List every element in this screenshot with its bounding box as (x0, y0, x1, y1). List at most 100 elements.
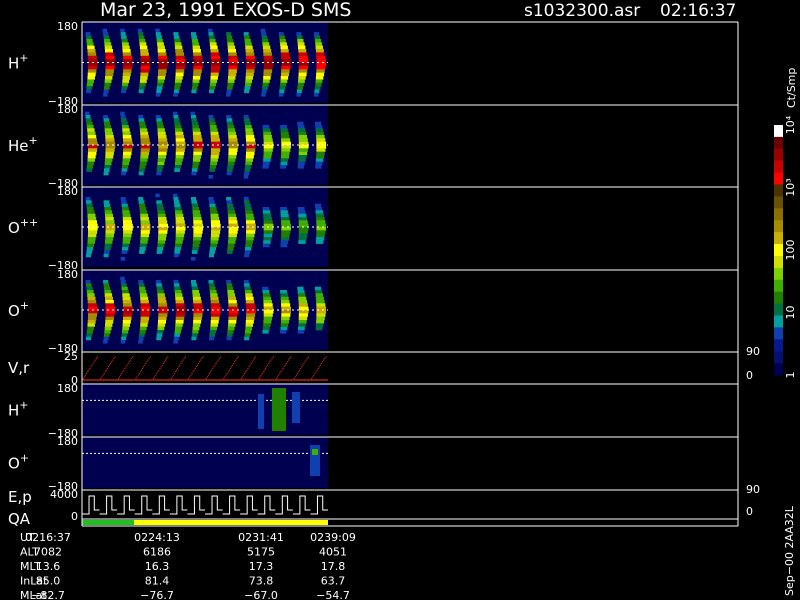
pitch-patch (258, 394, 264, 429)
spectrogram-cell (158, 300, 167, 304)
spectrogram-cell (175, 161, 182, 166)
spectrogram-cell (316, 316, 325, 321)
spectrogram-cell (246, 69, 255, 73)
spectrogram-cell (316, 55, 326, 60)
footer-value: 81.4 (145, 575, 170, 588)
spectrogram-cell (227, 247, 234, 251)
spectrogram-cell (280, 323, 289, 327)
spectrogram-cell (104, 42, 112, 46)
spectrogram-cell (208, 280, 214, 284)
spectrogram-cell (210, 45, 218, 50)
spectrogram-cell (298, 316, 308, 321)
spectrogram-cell (245, 247, 252, 251)
spectrogram-cell (104, 128, 113, 132)
footer-value: 0216:37 (25, 531, 71, 544)
panel-label: O+ (8, 452, 29, 473)
spectrogram-cell (86, 118, 92, 122)
spectrogram-cell (228, 240, 236, 244)
spectrogram-cell (316, 310, 327, 314)
spectrogram-cell (298, 237, 307, 241)
spectrogram-cell (298, 72, 307, 77)
spectrogram-cell (139, 45, 148, 50)
spectrogram-cell (192, 158, 201, 162)
right-axis-max: 90 (746, 483, 760, 496)
spectrogram-cell (191, 250, 198, 254)
footer-value: 4051 (319, 546, 347, 559)
spectrogram-cell (263, 145, 274, 149)
spectrogram-cell (140, 303, 150, 307)
spectrogram-cell (140, 220, 150, 224)
spectrogram-cell (140, 227, 151, 231)
spectrogram-cell (263, 55, 273, 60)
spectrogram-cell (157, 79, 165, 84)
spectrogram-cell (175, 62, 186, 67)
spectrogram-cell (86, 82, 93, 87)
spectrogram-cell (227, 45, 236, 50)
spectrogram-cell (281, 220, 291, 224)
panel-label: QA (8, 510, 31, 528)
spectrogram-cell (138, 197, 144, 201)
spectrogram-cell (88, 65, 98, 70)
spectrogram-cell (123, 230, 133, 234)
spectrogram-cell (192, 243, 200, 248)
spectrogram-cell (262, 45, 271, 50)
spectrogram-cell (262, 290, 270, 294)
spectrogram-cell (281, 52, 290, 57)
spectrogram-cell (209, 330, 216, 334)
spectrogram-cell (175, 213, 184, 218)
spectrogram-cell (298, 49, 307, 53)
colorbar-swatch (774, 363, 783, 376)
spectrogram-cell (122, 217, 132, 221)
spectrogram-cell (280, 290, 287, 294)
spectrogram-cell (209, 207, 217, 211)
spectrogram-cell (156, 168, 163, 172)
spectrogram-cell (244, 203, 251, 208)
spectrogram-cell (228, 76, 236, 80)
spectrogram-cell (104, 293, 113, 297)
spectrogram-cell (140, 72, 149, 77)
spectrogram-cell (316, 65, 326, 70)
spectrogram-cell (210, 158, 218, 162)
footer-value: 6186 (143, 546, 171, 559)
spectrogram-cell (87, 138, 97, 142)
spectrogram-cell (209, 290, 217, 294)
spectrogram-cell (246, 148, 256, 152)
spectrogram-cell (279, 38, 286, 43)
colorbar: Ct/Smp 10⁴ 10³ 100 10 1 (774, 68, 798, 379)
spectrogram-cell (228, 148, 238, 152)
spectrogram-cell (280, 330, 287, 334)
spectrogram-cell (121, 35, 127, 40)
spectrogram-cell (175, 293, 183, 297)
spectrogram-cell (104, 86, 110, 90)
spectrogram-cell (122, 158, 130, 162)
spectrogram-cell (281, 148, 291, 152)
spectrogram-cell (314, 121, 322, 126)
spectrogram-cell (263, 320, 272, 324)
spectrogram-cell (85, 32, 91, 36)
spectrogram-cell (104, 38, 111, 43)
spectrogram-cell (278, 92, 284, 97)
spectrogram-cell (105, 145, 116, 149)
spectrogram-cell (228, 310, 239, 314)
spectrogram-cell (298, 210, 306, 214)
colorbar-swatch (774, 291, 783, 305)
spectrogram-cell (280, 125, 287, 129)
spectrogram-cell (123, 148, 133, 152)
y-max-label: 180 (57, 185, 78, 198)
spectrogram-cell (175, 303, 185, 307)
spectrogram-cell (158, 320, 166, 324)
spectrogram-cell (104, 45, 113, 50)
spectrogram-cell (157, 207, 164, 211)
spectrogram-cell (280, 45, 288, 50)
spectrogram-cell (262, 86, 268, 90)
spectrogram-cell (122, 128, 130, 132)
spectrogram-cell (156, 118, 162, 122)
spectrogram-cell (156, 38, 163, 43)
spectrogram-cell (138, 280, 144, 284)
spectrogram-cell (298, 62, 309, 67)
spectrogram-cell (139, 330, 146, 334)
spectrogram-cell (245, 82, 252, 87)
spectrogram-cell (88, 145, 98, 149)
spectrogram-cell (243, 280, 249, 284)
spectrogram-cell (105, 138, 115, 142)
